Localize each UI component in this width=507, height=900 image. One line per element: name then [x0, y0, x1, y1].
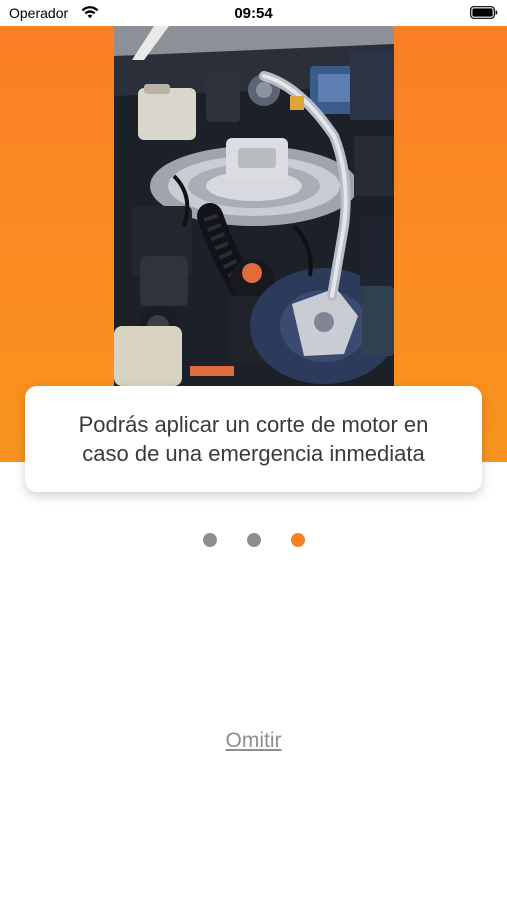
onboarding-message: Podrás aplicar un corte de motor en caso… — [78, 412, 429, 466]
battery-full-icon — [470, 6, 498, 19]
page-dot-3-active[interactable] — [290, 533, 305, 547]
page-dot-1[interactable] — [202, 533, 217, 547]
skip-button[interactable]: Omitir — [0, 729, 507, 753]
car-engine-bay-photo — [114, 26, 394, 386]
message-card: Podrás aplicar un corte de motor en caso… — [25, 386, 482, 492]
status-time: 09:54 — [234, 5, 273, 22]
page-dot-2[interactable] — [246, 533, 261, 547]
page-indicator — [0, 533, 507, 547]
status-bar: Operador 09:54 — [0, 0, 507, 26]
